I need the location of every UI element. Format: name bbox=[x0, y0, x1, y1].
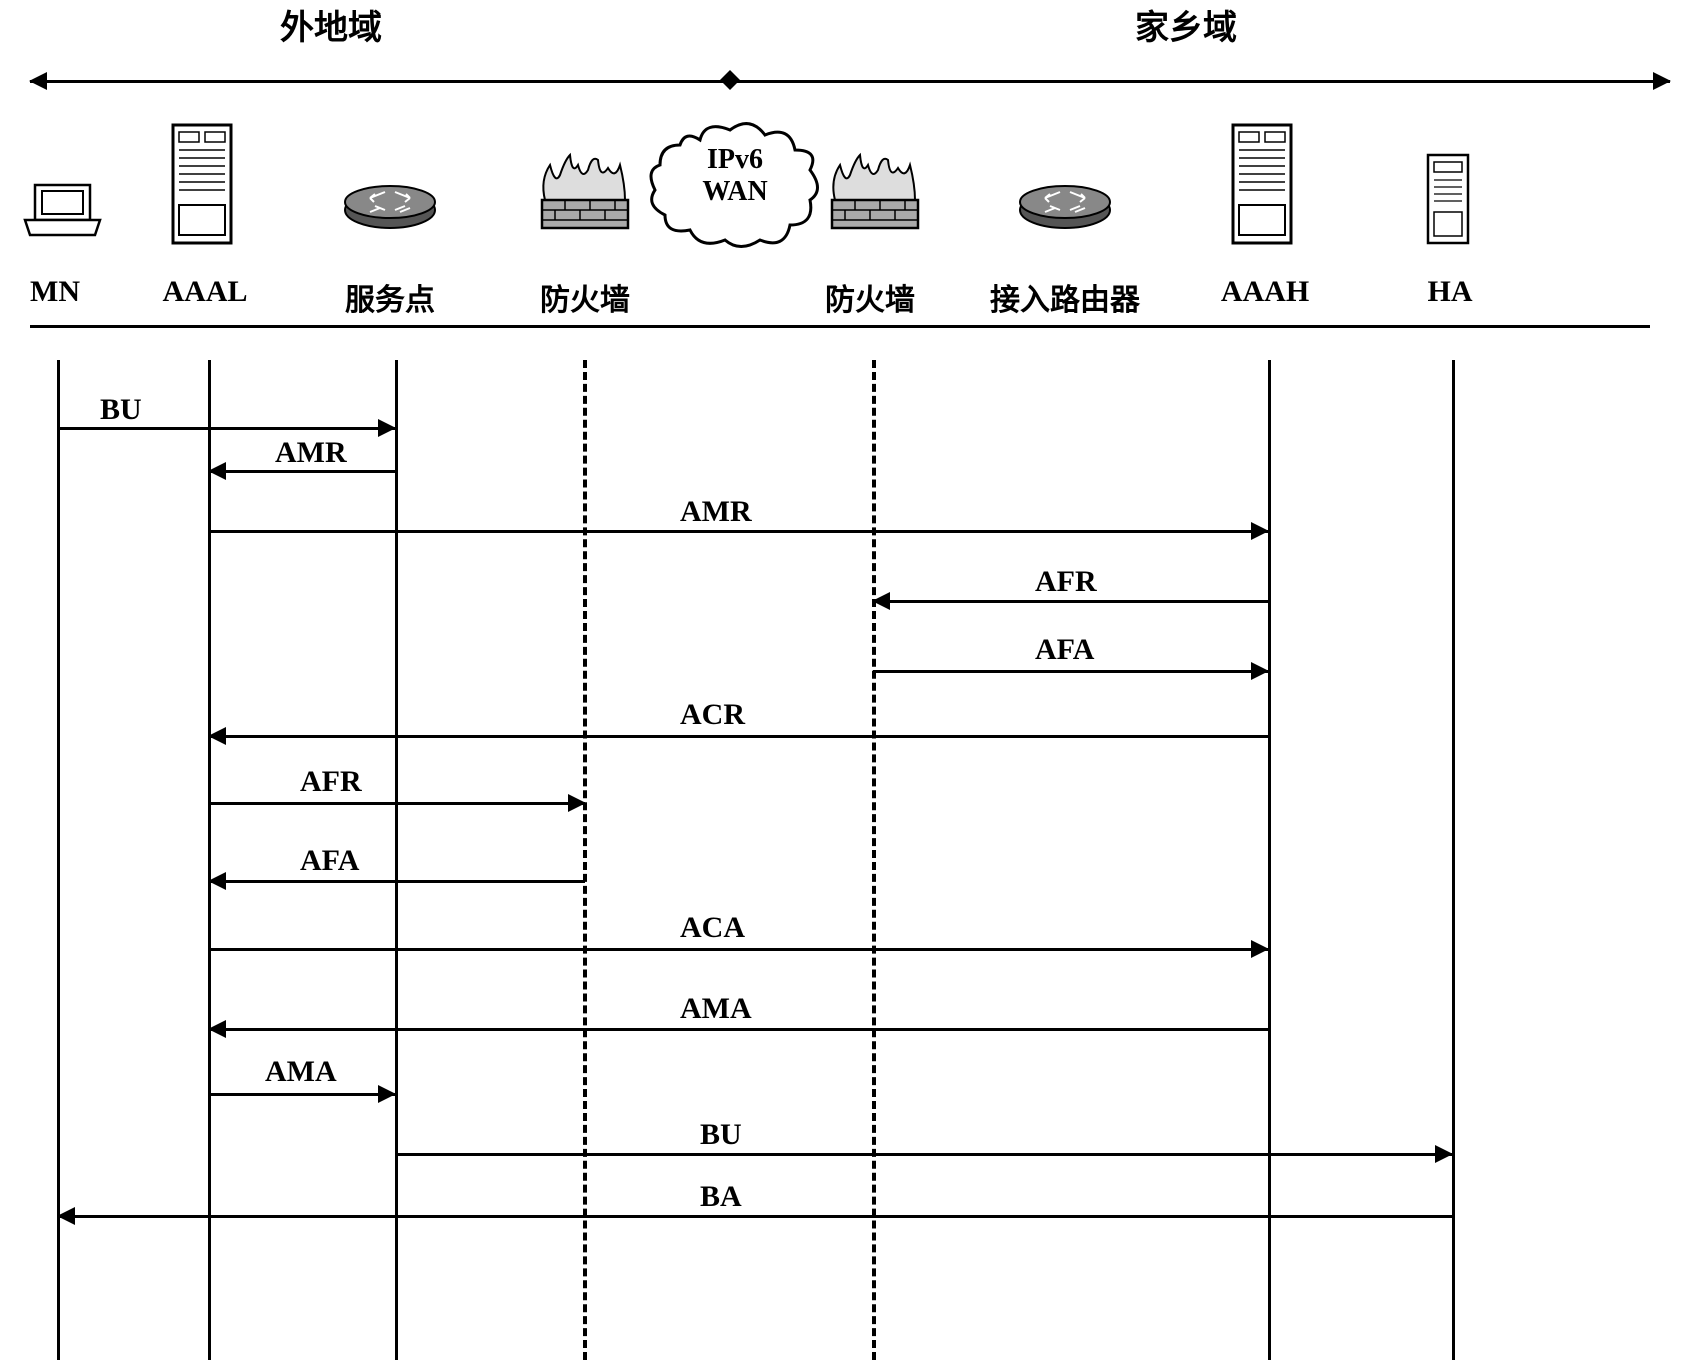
msg-ba-label: BA bbox=[700, 1180, 742, 1214]
msg-afa-2-label: AFA bbox=[300, 844, 359, 878]
cloud-label-2: WAN bbox=[695, 175, 775, 209]
lifeline-aaal bbox=[208, 360, 211, 1360]
separator-line bbox=[30, 325, 1650, 328]
msg-ama-1-label: AMA bbox=[680, 992, 752, 1026]
msg-aca-label: ACA bbox=[680, 911, 745, 945]
msg-acr-label: ACR bbox=[680, 698, 745, 732]
lifeline-firewall-right bbox=[872, 360, 876, 1360]
access-router-label: 接入路由器 bbox=[985, 275, 1145, 319]
home-domain-label: 家乡域 bbox=[1135, 0, 1237, 49]
lifeline-service-point bbox=[395, 360, 398, 1360]
router-icon bbox=[340, 180, 440, 235]
router-icon bbox=[1015, 180, 1115, 235]
msg-bu-2-label: BU bbox=[700, 1118, 742, 1152]
msg-bu-2 bbox=[395, 1153, 1452, 1156]
laptop-icon bbox=[20, 180, 105, 240]
cloud-label-1: IPv6 bbox=[700, 143, 770, 177]
firewall-icon bbox=[530, 150, 640, 240]
foreign-domain-label: 外地域 bbox=[280, 0, 382, 49]
aaah-label: AAAH bbox=[1210, 275, 1320, 309]
server-tower-icon bbox=[1225, 120, 1300, 250]
firewall-icon bbox=[820, 150, 930, 240]
msg-amr-2-label: AMR bbox=[680, 495, 752, 529]
msg-ama-1 bbox=[209, 1028, 1268, 1031]
mn-label: MN bbox=[25, 275, 85, 309]
server-small-icon bbox=[1420, 150, 1475, 250]
msg-bu-1-label: BU bbox=[100, 393, 142, 427]
lifeline-aaah bbox=[1268, 360, 1271, 1360]
msg-ama-2 bbox=[209, 1093, 395, 1096]
aaal-label: AAAL bbox=[155, 275, 255, 309]
msg-amr-2 bbox=[209, 530, 1268, 533]
msg-amr-1 bbox=[209, 470, 395, 473]
msg-afa-1-label: AFA bbox=[1035, 633, 1094, 667]
ha-label: HA bbox=[1420, 275, 1480, 309]
msg-afr-2-label: AFR bbox=[300, 765, 362, 799]
service-point-label: 服务点 bbox=[330, 275, 450, 319]
firewall-left-label: 防火墙 bbox=[525, 275, 645, 319]
msg-ba bbox=[58, 1215, 1452, 1218]
msg-afa-1 bbox=[873, 670, 1268, 673]
msg-aca bbox=[209, 948, 1268, 951]
lifeline-ha bbox=[1452, 360, 1455, 1360]
msg-afr-1-label: AFR bbox=[1035, 565, 1097, 599]
msg-ama-2-label: AMA bbox=[265, 1055, 337, 1089]
firewall-right-label: 防火墙 bbox=[810, 275, 930, 319]
msg-acr bbox=[209, 735, 1268, 738]
lifeline-firewall-left bbox=[583, 360, 587, 1360]
server-tower-icon bbox=[165, 120, 240, 250]
msg-bu-1 bbox=[58, 427, 395, 430]
msg-afa-2 bbox=[209, 880, 585, 883]
domain-span-arrow bbox=[30, 80, 1670, 83]
msg-afr-2 bbox=[209, 802, 585, 805]
msg-amr-1-label: AMR bbox=[275, 436, 347, 470]
msg-afr-1 bbox=[873, 600, 1268, 603]
